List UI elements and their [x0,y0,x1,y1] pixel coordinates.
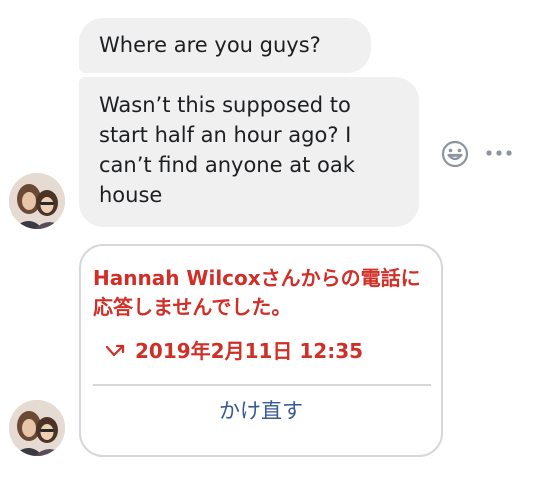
message-bubble[interactable]: Where are you guys? [79,18,371,73]
missed-call-arrow-icon [105,344,125,357]
call-datetime: 2019年2月11日 12:35 [135,339,364,363]
chat-thread: Where are you guys? Wasn’t this supposed… [0,0,542,480]
avatar[interactable] [9,400,65,456]
call-back-button[interactable]: かけ直す [81,396,441,426]
message-text: Where are you guys? [99,33,321,57]
missed-call-card: Hannah Wilcoxさんからの電話に応答しませんでした。 2019年2月1… [79,244,443,457]
message-bubble[interactable]: Wasn’t this supposed to start half an ho… [79,77,419,227]
divider [93,384,431,386]
message-text: Wasn’t this supposed to start half an ho… [99,93,355,207]
missed-call-message: Hannah Wilcoxさんからの電話に応答しませんでした。 [93,266,421,319]
more-options-icon[interactable] [484,143,514,163]
call-time-row: 2019年2月11日 12:35 [103,338,363,364]
smiley-face-icon[interactable] [440,139,470,169]
avatar[interactable] [9,173,65,229]
